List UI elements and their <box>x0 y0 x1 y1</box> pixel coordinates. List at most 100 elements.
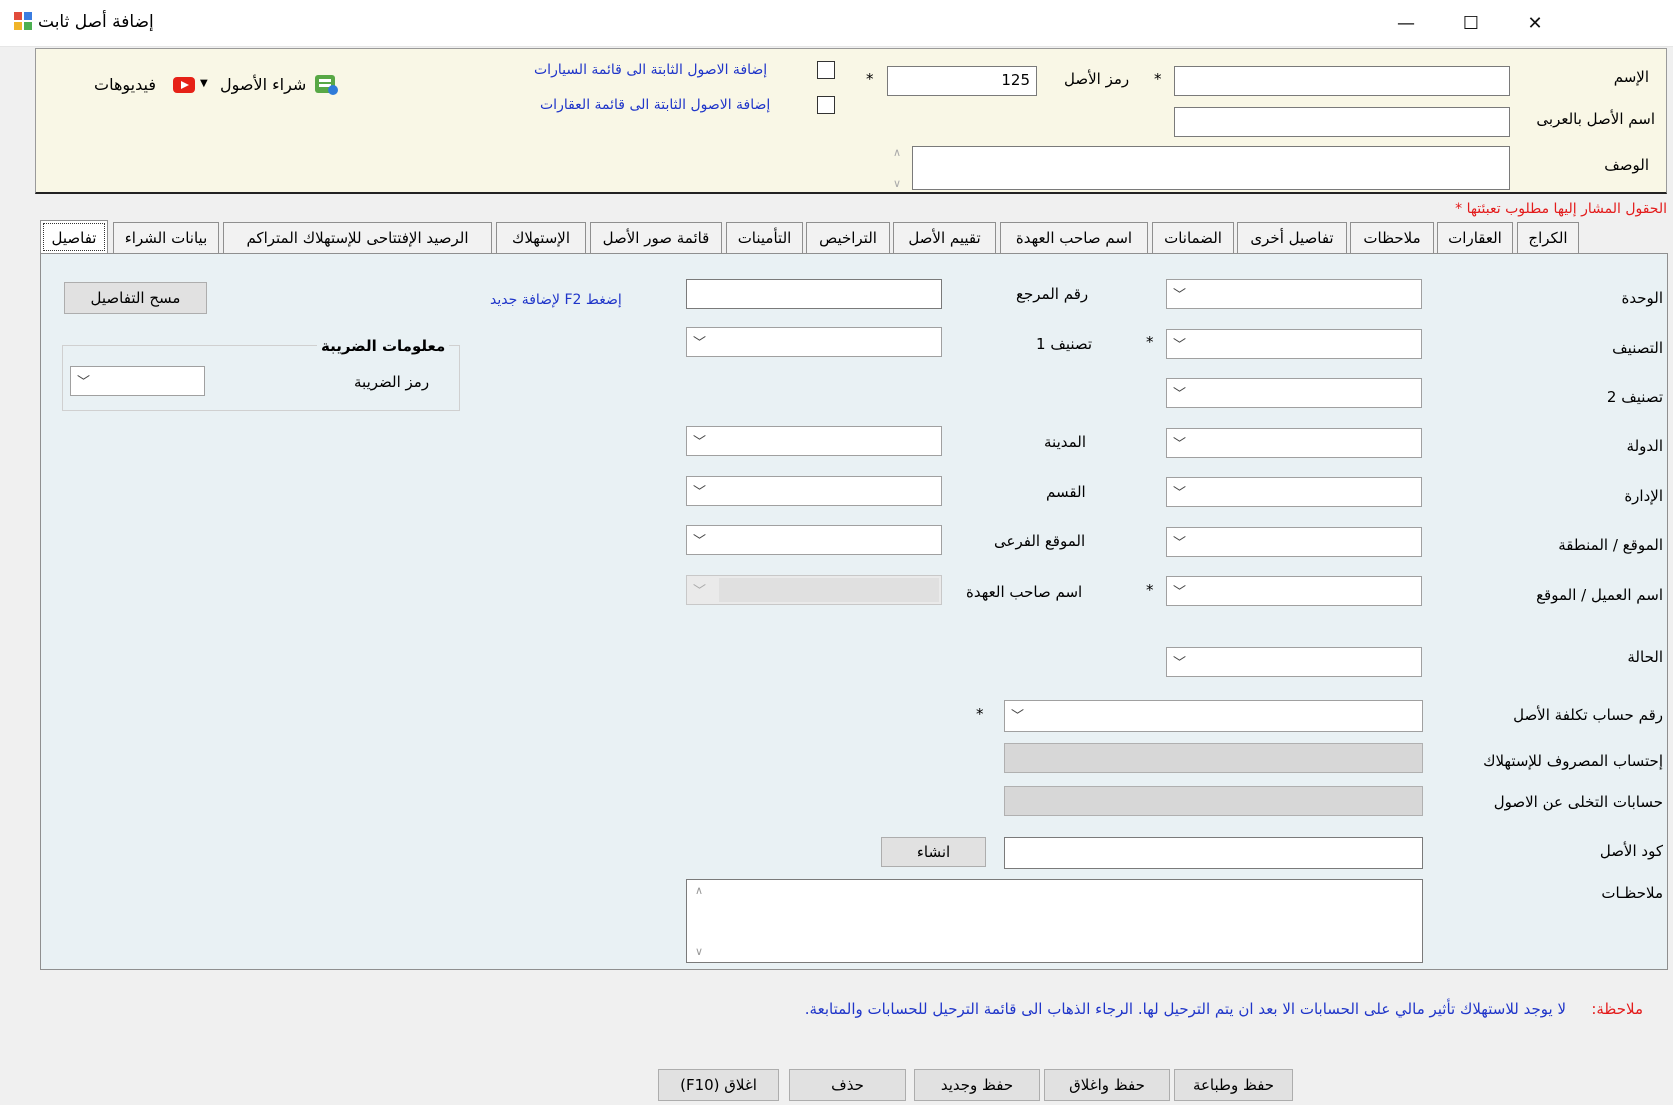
required-mark: * <box>976 705 984 723</box>
disposal-accounts-label: حسابات التخلى عن الاصول <box>1493 793 1663 811</box>
notes-scrollbar[interactable]: ∧ ∨ <box>691 884 707 958</box>
required-mark: * <box>1154 70 1162 88</box>
tab-asset-valuation[interactable]: تقييم الأصل <box>893 222 996 254</box>
tab-custodian[interactable]: اسم صاحب العهدة <box>1000 222 1148 254</box>
unit-label: الوحدة <box>1621 289 1664 307</box>
client-dropdown[interactable]: ﹀ <box>1166 576 1422 606</box>
description-scrollbar[interactable]: ∧ ∨ <box>886 146 908 190</box>
department-dropdown[interactable]: ﹀ <box>1166 477 1422 507</box>
depreciation-expense-label: إحتساب المصروف للإستهلاك <box>1483 752 1663 770</box>
name-label: الإسم <box>1613 68 1649 86</box>
title-bar: إضافة أصل ثابت — ☐ ✕ <box>0 0 1673 47</box>
chevron-down-icon: ﹀ <box>693 485 707 500</box>
tab-guarantees[interactable]: الضمانات <box>1152 222 1234 254</box>
close-button[interactable]: اغلاق (F10) <box>658 1069 779 1101</box>
tab-asset-images[interactable]: قائمة صور الأصل <box>590 222 722 254</box>
city-dropdown[interactable]: ﹀ <box>686 426 942 456</box>
add-to-realestate-label[interactable]: إضافة الاصول الثابتة الى قائمة العقارات <box>540 97 770 113</box>
delete-button[interactable]: حذف <box>789 1069 906 1101</box>
chevron-down-icon: ﹀ <box>1173 486 1187 501</box>
required-mark: * <box>866 70 874 88</box>
depreciation-expense-field <box>1004 743 1423 773</box>
footer-note-text: لا يوجد للاستهلاك تأثير مالي على الحسابا… <box>804 1000 1566 1018</box>
category-dropdown[interactable]: ﹀ <box>1166 329 1422 359</box>
window-title: إضافة أصل ثابت <box>38 12 154 32</box>
chevron-down-icon: ﹀ <box>693 435 707 450</box>
cost-account-dropdown[interactable]: ﹀ <box>1004 700 1423 732</box>
client-label: اسم العميل / الموقع <box>1536 586 1663 604</box>
custodian-label: اسم صاحب العهدة <box>966 583 1083 601</box>
save-new-button[interactable]: حفظ وجديد <box>914 1069 1040 1101</box>
tab-garage[interactable]: الكراج <box>1517 222 1579 254</box>
category1-label: تصنيف 1 <box>1036 335 1093 353</box>
location-label: الموقع / المنطقة <box>1558 536 1663 554</box>
asset-code-label-details: كود الأصل <box>1599 842 1663 860</box>
tax-code-dropdown[interactable]: ﹀ <box>70 366 205 396</box>
custodian-dropdown: ﹀ <box>686 575 942 605</box>
close-window-button[interactable]: ✕ <box>1505 0 1565 46</box>
reference-field[interactable] <box>686 279 942 309</box>
notes-textarea[interactable]: ∧ ∨ <box>686 879 1423 963</box>
maximize-button[interactable]: ☐ <box>1441 0 1501 46</box>
sublocation-dropdown[interactable]: ﹀ <box>686 525 942 555</box>
purchase-assets-icon <box>313 72 339 96</box>
tab-other-details[interactable]: تفاصيل أخرى <box>1237 222 1347 254</box>
chevron-down-icon: ﹀ <box>1011 709 1025 724</box>
department-label: الإدارة <box>1624 487 1663 505</box>
tax-group-title: معلومات الضريبة <box>317 337 450 355</box>
required-mark: * <box>1146 581 1154 599</box>
tab-details[interactable]: تفاصيل <box>40 220 108 254</box>
chevron-down-icon: ﹀ <box>1173 656 1187 671</box>
category2-dropdown[interactable]: ﹀ <box>1166 378 1422 408</box>
arabic-name-field[interactable] <box>1174 107 1510 137</box>
tab-licenses[interactable]: التراخيص <box>806 222 890 254</box>
chevron-down-icon[interactable]: ▼ <box>200 78 208 89</box>
add-to-cars-label[interactable]: إضافة الاصول الثابتة الى قائمة السيارات <box>534 62 767 78</box>
add-to-cars-checkbox[interactable] <box>817 61 835 79</box>
f2-hint: إضغط F2 لإضافة جديد <box>490 292 622 308</box>
clear-details-button[interactable]: مسح التفاصيل <box>64 282 207 314</box>
chevron-down-icon: ﹀ <box>1173 536 1187 551</box>
add-to-realestate-checkbox[interactable] <box>817 96 835 114</box>
section-dropdown[interactable]: ﹀ <box>686 476 942 506</box>
footer-note-prefix: ملاحظة: <box>1591 1000 1643 1018</box>
chevron-down-icon: ﹀ <box>1173 338 1187 353</box>
tax-code-label: رمز الضريبة <box>354 373 430 391</box>
country-dropdown[interactable]: ﹀ <box>1166 428 1422 458</box>
asset-code-details-field[interactable] <box>1004 837 1423 869</box>
chevron-down-icon: ﹀ <box>1173 437 1187 452</box>
asset-code-field[interactable]: 125 <box>887 66 1037 96</box>
youtube-icon[interactable] <box>173 77 195 93</box>
description-field[interactable] <box>912 146 1510 190</box>
chevron-down-icon: ﹀ <box>693 584 707 599</box>
notes-label: ملاحظـات <box>1601 884 1663 902</box>
tab-real-estate[interactable]: العقارات <box>1437 222 1513 254</box>
cost-account-label: رقم حساب تكلفة الأصل <box>1513 706 1663 724</box>
description-label: الوصف <box>1604 156 1649 174</box>
save-close-button[interactable]: حفظ واغلاق <box>1044 1069 1170 1101</box>
tab-opening-balance[interactable]: الرصيد الإفتتاحى للإستهلاك المتراكم <box>223 222 492 254</box>
save-print-button[interactable]: حفظ وطباعة <box>1174 1069 1293 1101</box>
videos-link[interactable]: فيديوهات <box>94 75 156 94</box>
create-button[interactable]: انشاء <box>881 837 986 867</box>
reference-label: رقم المرجع <box>1016 285 1089 303</box>
required-fields-note: الحقول المشار إليها مطلوب تعبئتها * <box>1455 201 1667 217</box>
purchase-assets-menu[interactable]: شراء الأصول <box>220 75 306 94</box>
minimize-button[interactable]: — <box>1376 0 1436 46</box>
arabic-name-label: اسم الأصل بالعربى <box>1536 110 1655 128</box>
chevron-down-icon: ﹀ <box>693 336 707 351</box>
category1-dropdown[interactable]: ﹀ <box>686 327 942 357</box>
tab-notes[interactable]: ملاحظات <box>1350 222 1434 254</box>
location-dropdown[interactable]: ﹀ <box>1166 527 1422 557</box>
unit-dropdown[interactable]: ﹀ <box>1166 279 1422 309</box>
tab-depreciation[interactable]: الإستهلاك <box>496 222 586 254</box>
tab-purchase-data[interactable]: بيانات الشراء <box>113 222 219 254</box>
app-icon <box>13 11 33 31</box>
disposal-accounts-field <box>1004 786 1423 816</box>
required-mark: * <box>1146 333 1154 351</box>
section-label: القسم <box>1046 483 1086 501</box>
status-dropdown[interactable]: ﹀ <box>1166 647 1422 677</box>
description-area[interactable]: ∧ ∨ <box>886 146 1510 190</box>
tab-insurances[interactable]: التأمينات <box>726 222 803 254</box>
name-field[interactable] <box>1174 66 1510 96</box>
